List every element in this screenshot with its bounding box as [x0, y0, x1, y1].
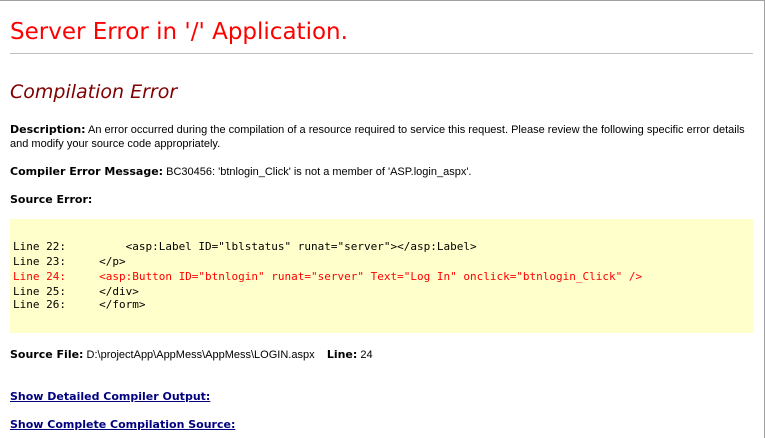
page-title: Server Error in '/' Application. [10, 19, 348, 45]
source-file-label: Source File: [10, 348, 84, 361]
title-divider [10, 53, 753, 54]
source-file-paragraph: Source File: D:\projectApp\AppMess\AppMe… [10, 348, 373, 362]
line-label: Line: [326, 348, 358, 361]
description-text: An error occurred during the compilation… [10, 124, 745, 150]
source-code-box: Line 22: <asp:Label ID="lblstatus" runat… [10, 219, 753, 333]
error-type-heading: Compilation Error [10, 81, 178, 103]
window-top-border [0, 0, 765, 1]
source-error-paragraph: Source Error: [10, 193, 92, 207]
description-paragraph: Description: An error occurred during th… [10, 123, 755, 151]
code-line: Line 23: </p> [13, 255, 126, 268]
source-file-path: D:\projectApp\AppMess\AppMess\LOGIN.aspx [86, 349, 315, 361]
description-label: Description: [10, 123, 86, 136]
compiler-error-label: Compiler Error Message: [10, 165, 164, 178]
line-number: 24 [360, 349, 373, 361]
code-line-error: Line 24: <asp:Button ID="btnlogin" runat… [13, 270, 643, 283]
show-detailed-compiler-output-link[interactable]: Show Detailed Compiler Output: [10, 390, 210, 403]
show-complete-compilation-source-link[interactable]: Show Complete Compilation Source: [10, 418, 235, 431]
code-line: Line 22: <asp:Label ID="lblstatus" runat… [13, 240, 477, 253]
compiler-error-paragraph: Compiler Error Message: BC30456: 'btnlog… [10, 165, 755, 179]
code-line: Line 25: </div> [13, 285, 139, 298]
compiler-error-text: BC30456: 'btnlogin_Click' is not a membe… [166, 166, 472, 178]
source-error-label: Source Error: [10, 193, 93, 206]
code-line: Line 26: </form> [13, 298, 146, 311]
